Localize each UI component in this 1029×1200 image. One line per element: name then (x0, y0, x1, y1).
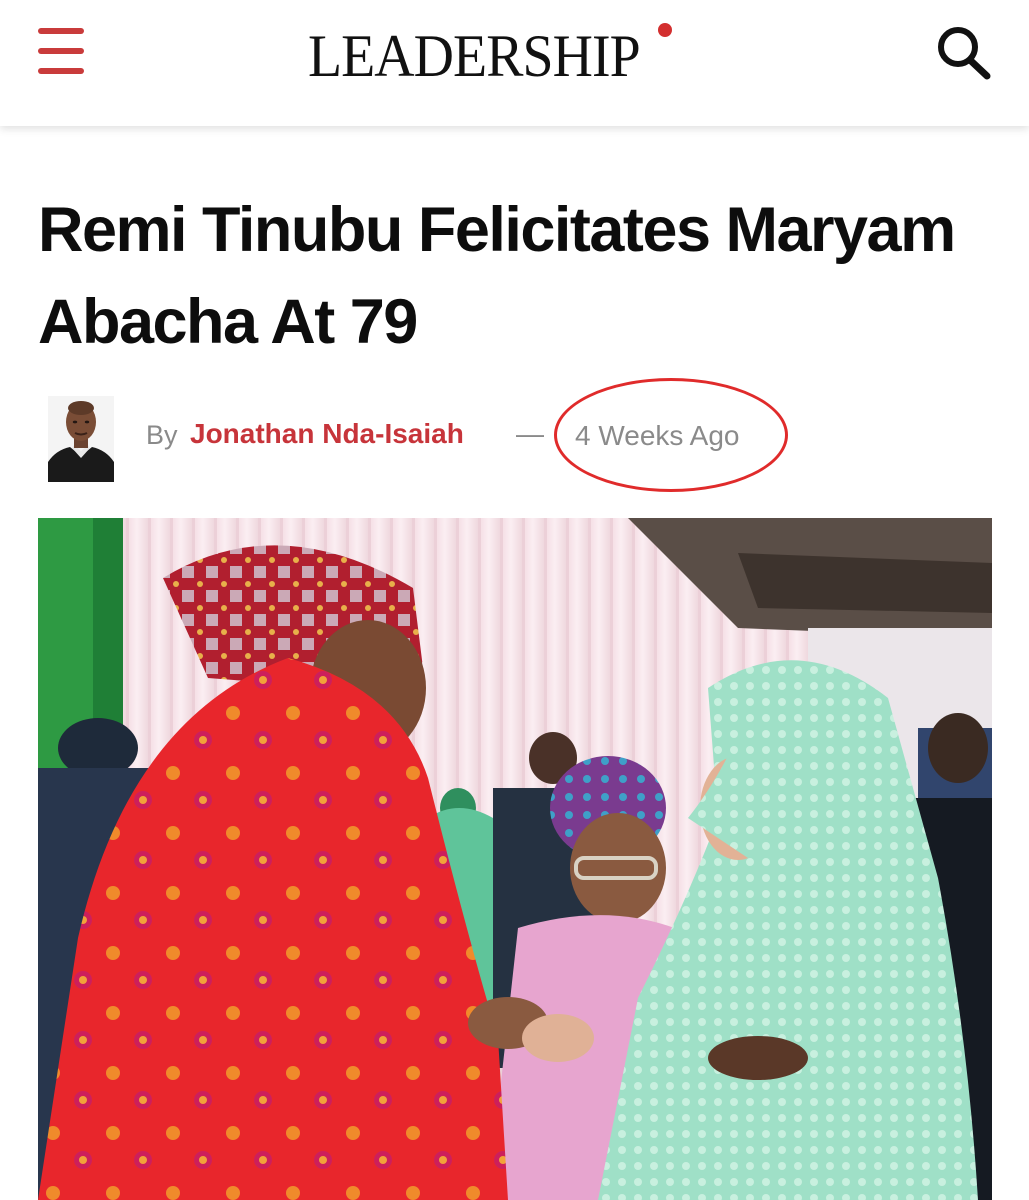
article-byline: By Jonathan Nda-Isaiah — 4 Weeks Ago (48, 378, 998, 492)
red-annotation-circle (554, 378, 788, 492)
author-avatar[interactable] (48, 396, 114, 482)
logo-dot (658, 23, 672, 37)
site-logo[interactable]: LEADERSHIP (308, 14, 718, 98)
by-label: By (146, 420, 178, 450)
search-icon[interactable] (934, 24, 992, 80)
site-header: LEADERSHIP (0, 0, 1029, 126)
hamburger-menu-icon[interactable] (36, 28, 86, 74)
byline-separator: — (516, 418, 544, 449)
article-headline: Remi Tinubu Felicitates Maryam Abacha At… (38, 195, 956, 357)
article-feature-image[interactable] (38, 518, 992, 1200)
author-link[interactable]: Jonathan Nda-Isaiah (190, 418, 464, 450)
